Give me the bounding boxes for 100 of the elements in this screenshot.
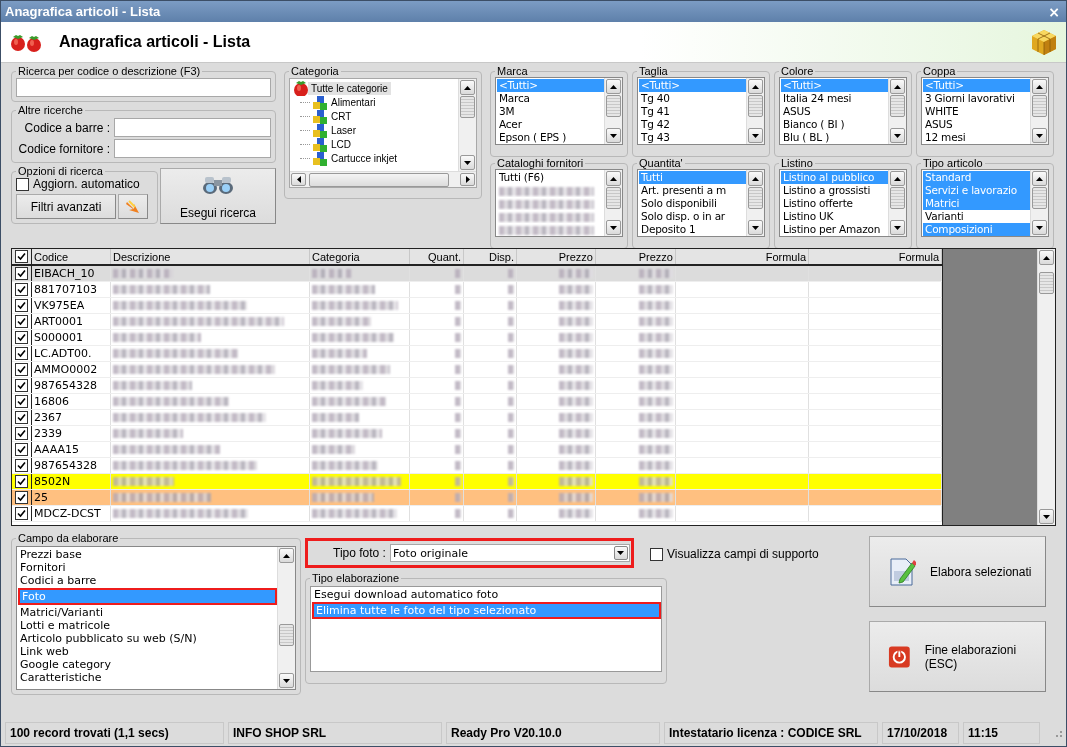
list-box[interactable]: Prezzi base Fornitori Codici a barre Foto Matrici/Varianti Lotti e matricole Articolo pubblicato su web (S/N) Link web Google category Caratteristiche [16, 546, 296, 690]
table-row[interactable]: ART0001 [12, 314, 942, 330]
scroll-up-button[interactable] [1039, 250, 1054, 265]
checkbox[interactable] [15, 299, 28, 312]
tree-item[interactable]: Laser [328, 123, 359, 137]
table-row[interactable]: S000001 [12, 330, 942, 346]
scroll-thumb[interactable] [748, 95, 763, 117]
scroll-thumb[interactable] [1032, 187, 1047, 209]
scroll-thumb[interactable] [309, 173, 449, 187]
list-item[interactable]: Listino offerte [781, 197, 888, 210]
list-item[interactable]: Tutti (F6) [497, 171, 604, 184]
scroll-up-button[interactable] [1032, 171, 1047, 186]
arrow-button[interactable] [118, 194, 148, 219]
scroll-up-button[interactable] [460, 80, 475, 95]
scrollbar[interactable] [604, 78, 622, 144]
checkbox[interactable] [15, 427, 28, 440]
list-item[interactable]: Google category [18, 658, 277, 671]
tree-item[interactable]: Tutte le categorie [308, 81, 391, 95]
scrollbar[interactable] [746, 78, 764, 144]
scroll-thumb[interactable] [1039, 272, 1054, 294]
checkbox[interactable] [15, 443, 28, 456]
table-row[interactable]: EIBACH_10 [12, 266, 942, 282]
list-item[interactable]: Art. presenti a m [639, 184, 746, 197]
tree-item[interactable]: Alimentari [328, 95, 379, 109]
table-row[interactable]: AAAA15 [12, 442, 942, 458]
advanced-filters-button[interactable]: Filtri avanzati [16, 194, 116, 219]
tree-item[interactable]: Cartucce inkjet [328, 151, 401, 165]
scroll-thumb[interactable] [890, 187, 905, 209]
list-box[interactable]: Tutti Art. presenti a m Solo disponibili Solo disp. o in ar Deposito 1 [637, 169, 765, 237]
input-field[interactable] [114, 139, 271, 158]
list-item[interactable]: Prezzi base [18, 548, 277, 561]
column-header[interactable]: Categoria [310, 249, 410, 264]
checkbox[interactable] [15, 379, 28, 392]
list-box[interactable]: Listino al pubblico Listino a grossisti Listino offerte Listino UK Listino per Amazon [779, 169, 907, 237]
search-field[interactable] [16, 78, 271, 97]
table-row[interactable]: 987654328 [12, 458, 942, 474]
list-box[interactable]: Esegui download automatico foto Elimina tutte le foto del tipo selezionato [310, 586, 662, 672]
list-item[interactable]: Deposito 1 [639, 223, 746, 236]
list-item[interactable]: Acer [497, 118, 604, 131]
table-row[interactable]: 8502N [12, 474, 942, 490]
checkbox[interactable] [649, 547, 663, 561]
scrollbar[interactable] [888, 170, 906, 236]
action-button[interactable]: Fine elaborazioni (ESC) [869, 621, 1046, 692]
scroll-thumb[interactable] [890, 95, 905, 117]
column-header[interactable]: Formula [809, 249, 942, 264]
checkbox[interactable] [15, 315, 28, 328]
scroll-up-button[interactable] [890, 79, 905, 94]
column-header[interactable]: Disp. [464, 249, 517, 264]
checkbox[interactable] [15, 363, 28, 376]
scroll-thumb[interactable] [460, 96, 475, 118]
scrollbar[interactable] [604, 170, 622, 236]
list-item[interactable]: Esegui download automatico foto [312, 588, 661, 601]
scroll-up-button[interactable] [748, 171, 763, 186]
column-header[interactable]: Prezzo [596, 249, 676, 264]
scroll-down-button[interactable] [460, 155, 475, 170]
list-item[interactable]: Tg 40 [639, 92, 746, 105]
table-row[interactable]: 25 [12, 490, 942, 506]
scroll-down-button[interactable] [890, 220, 905, 235]
table-row[interactable]: VK975EA [12, 298, 942, 314]
scroll-down-button[interactable] [279, 673, 294, 688]
list-item[interactable]: Epson ( EPS ) [497, 131, 604, 144]
checkbox[interactable] [15, 491, 28, 504]
scroll-down-button[interactable] [748, 128, 763, 143]
scroll-left-button[interactable] [291, 173, 306, 186]
list-item[interactable]: Listino per Amazon [781, 223, 888, 236]
scrollbar[interactable] [888, 78, 906, 144]
dropdown[interactable]: Foto originale [389, 544, 630, 562]
scroll-thumb[interactable] [748, 187, 763, 209]
table-row[interactable]: MDCZ-DCST [12, 506, 942, 522]
checkbox[interactable] [16, 177, 29, 191]
list-item[interactable]: Listino a grossisti [781, 184, 888, 197]
scrollbar[interactable] [277, 547, 295, 689]
checkbox[interactable] [15, 347, 28, 360]
list-item[interactable]: ASUS [781, 105, 888, 118]
tree-view[interactable]: Tutte le categorie Alimentari CRT Laser LCD Cartucce inkjet [289, 78, 477, 188]
list-item[interactable]: Tg 43 [639, 131, 746, 144]
list-item[interactable]: Link web [18, 645, 277, 658]
list-item[interactable]: Bianco ( BI ) [781, 118, 888, 131]
scroll-thumb[interactable] [1032, 95, 1047, 117]
scroll-thumb[interactable] [606, 95, 621, 117]
list-item[interactable]: Articolo pubblicato su web (S/N) [18, 632, 277, 645]
column-header[interactable]: Quant. [410, 249, 464, 264]
list-item[interactable]: Varianti [923, 210, 1030, 223]
list-box[interactable]: <Tutti> Marca 3M Acer Epson ( EPS ) [495, 77, 623, 145]
list-item[interactable]: Tg 41 [639, 105, 746, 118]
table-row[interactable]: 881707103 [12, 282, 942, 298]
list-item[interactable]: WHITE [923, 105, 1030, 118]
tree-item[interactable]: LCD [328, 137, 354, 151]
list-item[interactable]: Caratteristiche [18, 671, 277, 684]
checkbox[interactable] [15, 411, 28, 424]
list-item[interactable]: Matrici/Varianti [18, 606, 277, 619]
list-item[interactable]: Marca [497, 92, 604, 105]
scroll-up-button[interactable] [606, 171, 621, 186]
search-button[interactable]: Esegui ricerca [160, 168, 276, 224]
column-header[interactable]: Formula [676, 249, 809, 264]
table-row[interactable]: AMMO0002 [12, 362, 942, 378]
scrollbar[interactable] [746, 170, 764, 236]
input-field[interactable] [114, 118, 271, 137]
checkbox[interactable] [15, 507, 28, 520]
scroll-up-button[interactable] [1032, 79, 1047, 94]
